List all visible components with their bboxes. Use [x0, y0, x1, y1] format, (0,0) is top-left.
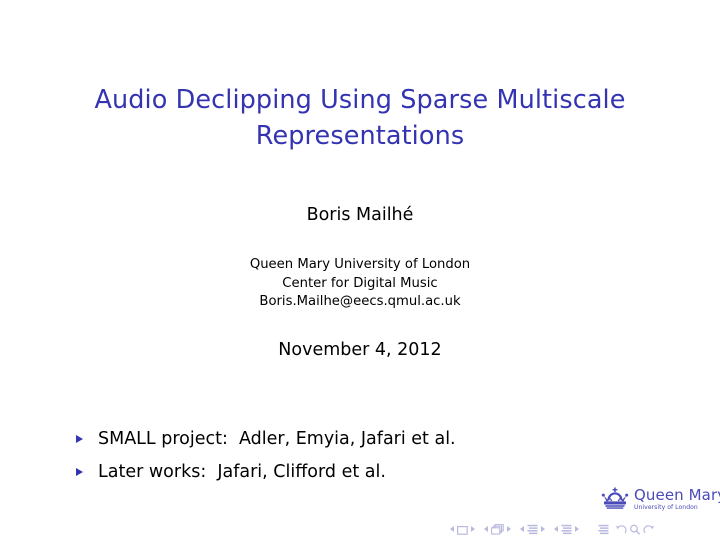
- list-item: SMALL project: Adler, Emyia, Jafari et a…: [76, 428, 636, 450]
- logo-subtitle: University of London: [634, 504, 698, 512]
- beamer-navigation-bar[interactable]: [450, 521, 708, 537]
- nav-group-section[interactable]: [554, 520, 579, 539]
- search-icon[interactable]: [629, 520, 641, 539]
- previous-subsection-icon[interactable]: [520, 526, 524, 532]
- previous-section-icon[interactable]: [554, 526, 558, 532]
- next-section-icon[interactable]: [575, 526, 579, 532]
- frame-stack-icon[interactable]: [491, 520, 504, 539]
- nav-group-slide[interactable]: [450, 520, 475, 539]
- first-slide-icon[interactable]: [457, 520, 468, 539]
- next-frame-icon[interactable]: [507, 526, 511, 532]
- previous-frame-icon[interactable]: [484, 526, 488, 532]
- title-line-2: Representations: [255, 121, 465, 151]
- institute-department: Center for Digital Music: [282, 275, 438, 291]
- author-name: Boris Mailhé: [306, 205, 414, 225]
- list-item-label: SMALL project: Adler, Emyia, Jafari et a…: [98, 429, 456, 449]
- title-line-1: Audio Declipping Using Sparse Multiscale: [94, 85, 626, 115]
- nav-group-frame[interactable]: [484, 520, 511, 539]
- logo-text: Queen Mary University of London: [634, 488, 720, 511]
- date-block: November 4, 2012: [60, 338, 660, 362]
- page-title: Audio Declipping Using Sparse Multiscale…: [60, 82, 660, 154]
- triangle-right-icon: [76, 435, 98, 443]
- list-item-label: Later works: Jafari, Clifford et al.: [98, 462, 386, 482]
- author-block: Boris Mailhé: [60, 203, 660, 227]
- logo-name: Queen Mary: [634, 486, 720, 505]
- institute-university: Queen Mary University of London: [249, 257, 471, 272]
- next-slide-icon[interactable]: [471, 526, 475, 532]
- queen-mary-logo: Queen Mary University of London: [600, 484, 720, 516]
- crown-icon: [600, 487, 630, 513]
- next-subsection-icon[interactable]: [541, 526, 545, 532]
- nav-group-history[interactable]: [615, 520, 657, 539]
- list-item: Later works: Jafari, Clifford et al.: [76, 461, 636, 483]
- institute-email: Boris.Mailhe@eecs.qmul.ac.uk: [259, 294, 461, 309]
- previous-slide-icon[interactable]: [450, 526, 454, 532]
- presentation-icon[interactable]: [598, 520, 609, 539]
- nav-group-subsection[interactable]: [520, 520, 545, 539]
- bullet-list: SMALL project: Adler, Emyia, Jafari et a…: [76, 428, 636, 494]
- section-icon[interactable]: [561, 520, 572, 539]
- forward-arrow-icon[interactable]: [643, 520, 655, 539]
- presentation-date: November 4, 2012: [278, 340, 442, 360]
- back-arrow-icon[interactable]: [615, 520, 627, 539]
- institute-block: Queen Mary University of London Center f…: [60, 256, 660, 312]
- subsection-icon[interactable]: [527, 520, 538, 539]
- triangle-right-icon: [76, 468, 98, 476]
- slide-canvas: Audio Declipping Using Sparse Multiscale…: [0, 0, 720, 541]
